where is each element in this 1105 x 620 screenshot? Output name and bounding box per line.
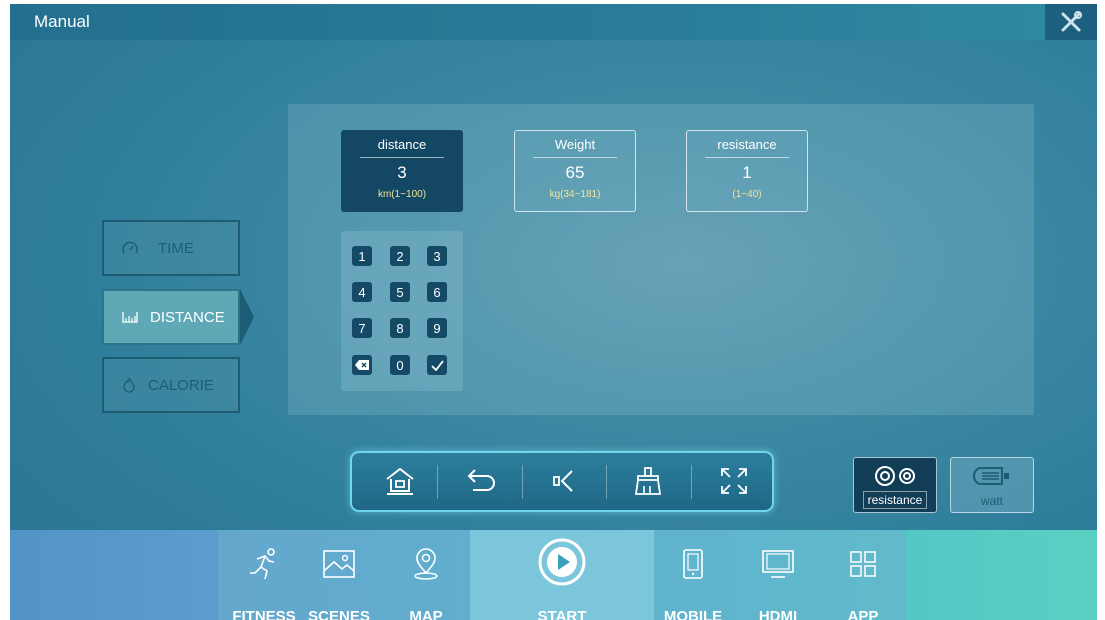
location-pin-icon [406,544,446,584]
divider [522,465,523,499]
param-name: distance [377,137,427,152]
nav-hdmi[interactable]: HDMI [743,530,813,620]
mode-distance-button[interactable]: DISTANCE [102,289,240,345]
nav-label: SCENES [308,608,370,620]
app-grid-icon [843,544,883,584]
play-icon [536,536,588,588]
confirm-key[interactable] [427,355,447,375]
divider [691,465,692,499]
nav-label: START [537,608,587,620]
tools-close-icon [1061,11,1082,32]
backspace-icon [355,360,369,370]
mode-calorie-button[interactable]: CALORIE [102,357,240,413]
home-button[interactable] [380,461,420,501]
watt-label: watt [980,494,1003,508]
mode-time-button[interactable]: TIME [102,220,240,276]
fullscreen-button[interactable] [714,461,754,501]
bottom-navigation: FITNESS SCENES MAP START MOBILE HDMI APP [10,530,1097,620]
nav-label: FITNESS [232,608,296,620]
image-icon [319,544,359,584]
key-1[interactable]: 1 [352,246,372,266]
param-value: 3 [397,163,407,182]
fullscreen-icon [721,468,747,494]
mode-label: DISTANCE [150,308,225,326]
divider [360,157,444,158]
key-4[interactable]: 4 [352,282,372,302]
divider [606,465,607,499]
key-9[interactable]: 9 [427,318,447,338]
flame-icon [123,377,135,393]
nav-label: HDMI [758,608,798,620]
monitor-icon [758,544,798,584]
param-name: Weight [554,137,596,152]
runner-icon [244,544,284,584]
check-icon [430,359,444,371]
nav-label: MAP [409,608,443,620]
weight-param[interactable]: Weight 65 kg(34~181) [514,130,636,212]
distance-param[interactable]: distance 3 km(1~100) [341,130,463,212]
phone-icon [673,544,713,584]
nav-label: MOBILE [663,608,723,620]
numeric-keypad: 1 2 3 4 5 6 7 8 9 0 [341,231,463,391]
param-name: resistance [717,137,777,152]
nav-mobile[interactable]: MOBILE [658,530,728,620]
mode-label: CALORIE [148,376,214,394]
volume-icon [553,470,573,492]
ruler-icon [122,312,138,323]
param-value: 1 [742,163,752,182]
param-value: 65 [565,163,585,182]
param-range: (1~40) [732,189,762,200]
param-range: kg(34~181) [549,189,601,200]
active-mode-arrow [240,289,254,345]
speedometer-icon [122,241,138,254]
nav-fitness[interactable]: FITNESS [224,530,304,620]
clear-icon [634,467,662,495]
mode-label: TIME [158,239,194,257]
divider [437,465,438,499]
param-range: km(1~100) [377,189,427,200]
resistance-label: resistance [862,491,928,509]
back-icon [467,469,495,491]
key-7[interactable]: 7 [352,318,372,338]
clear-button[interactable] [628,461,668,501]
control-toolbar [350,451,774,512]
key-5[interactable]: 5 [390,282,410,302]
motor-icon [972,467,1009,485]
volume-button[interactable] [545,461,585,501]
nav-scenes[interactable]: SCENES [304,530,374,620]
divider [533,157,617,158]
nav-label: APP [847,608,879,620]
key-2[interactable]: 2 [390,246,410,266]
backspace-key[interactable] [352,355,372,375]
key-3[interactable]: 3 [427,246,447,266]
back-button[interactable] [462,461,502,501]
home-icon [386,467,414,495]
nav-app[interactable]: APP [828,530,898,620]
gears-icon [875,466,915,486]
key-6[interactable]: 6 [427,282,447,302]
close-button[interactable] [1045,4,1097,40]
window-title: Manual [34,12,90,31]
nav-start[interactable]: START [470,530,654,620]
watt-mode-button[interactable]: watt [950,457,1034,513]
key-8[interactable]: 8 [390,318,410,338]
title-bar: Manual [10,4,1097,40]
app-screen: Manual distance 3 km(1~100) Weight 65 kg… [10,4,1097,620]
resistance-param[interactable]: resistance 1 (1~40) [686,130,808,212]
nav-map[interactable]: MAP [391,530,461,620]
divider [705,157,789,158]
key-0[interactable]: 0 [390,355,410,375]
resistance-mode-button[interactable]: resistance [853,457,937,513]
